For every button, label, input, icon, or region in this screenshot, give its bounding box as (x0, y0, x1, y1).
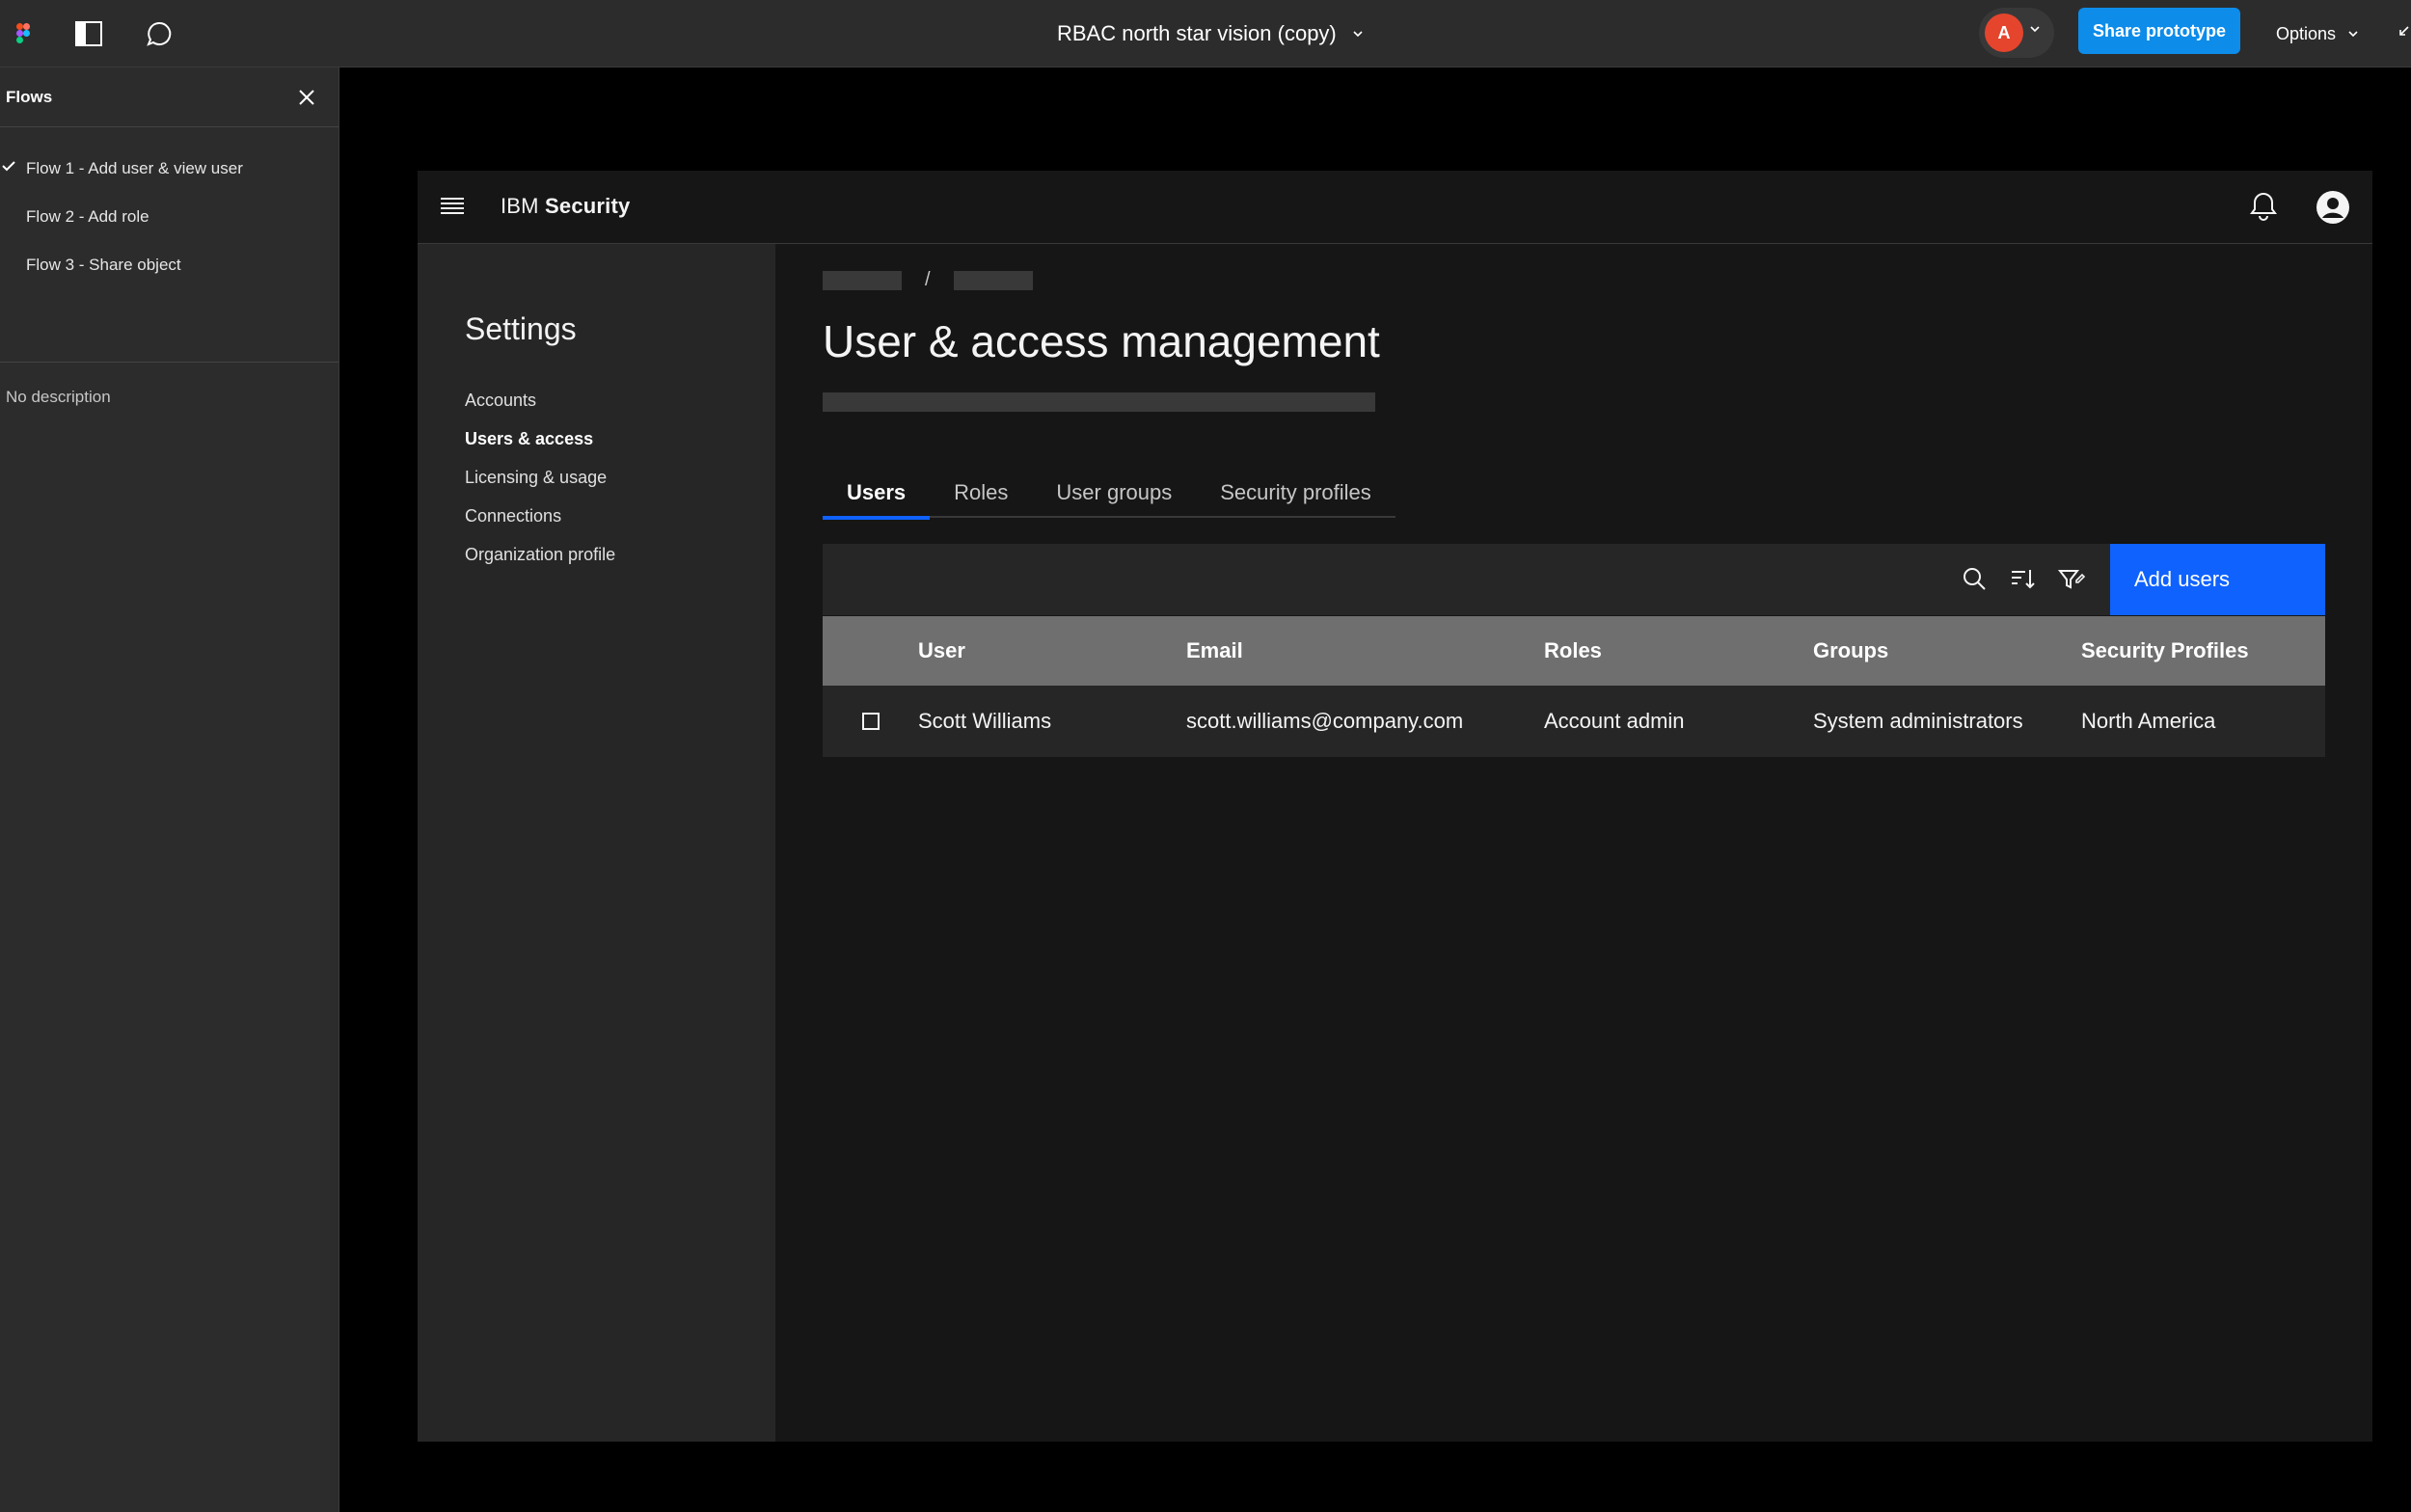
breadcrumb-placeholder[interactable] (953, 270, 1033, 290)
prototype-frame: IBM Security Settings Accounts Users & a… (418, 171, 2372, 1442)
add-users-button[interactable]: Add users (2110, 544, 2325, 615)
cell-groups: System administrators (1813, 709, 2023, 733)
flow-description: No description (6, 388, 111, 406)
column-header-user[interactable]: User (918, 638, 1186, 663)
brand-prefix: IBM (501, 194, 539, 218)
cell-user: Scott Williams (918, 709, 1052, 733)
table-header: User Email Roles Groups Security Profile… (823, 616, 2325, 686)
brand-name: Security (545, 194, 631, 218)
chevron-down-icon (2348, 31, 2358, 38)
column-header-security-profiles[interactable]: Security Profiles (2081, 638, 2325, 663)
app-header: IBM Security (418, 171, 2372, 244)
comment-icon[interactable] (142, 16, 176, 51)
cell-email: scott.williams@company.com (1186, 709, 1464, 733)
chevron-down-icon[interactable] (2029, 25, 2041, 33)
settings-sidenav: Settings Accounts Users & access Licensi… (418, 244, 775, 1442)
breadcrumb: / (823, 269, 1033, 291)
sidebar-toggle-icon[interactable] (71, 16, 106, 51)
flows-list: Flow 1 - Add user & view user Flow 2 - A… (0, 127, 339, 363)
user-avatar-icon[interactable] (2316, 190, 2350, 225)
column-header-email[interactable]: Email (1186, 638, 1544, 663)
tab-security-profiles[interactable]: Security profiles (1196, 468, 1395, 518)
flow-item-label: Flow 2 - Add role (26, 207, 149, 226)
sort-icon[interactable] (2009, 565, 2038, 594)
settings-link-organization-profile[interactable]: Organization profile (465, 535, 615, 574)
settings-link-users-access[interactable]: Users & access (465, 419, 615, 458)
cell-roles: Account admin (1544, 709, 1685, 733)
table-row[interactable]: Scott Williams scott.williams@company.co… (823, 686, 2325, 757)
flow-item[interactable]: Flow 3 - Share object (0, 241, 339, 289)
share-prototype-button[interactable]: Share prototype (2078, 8, 2240, 54)
settings-link-accounts[interactable]: Accounts (465, 381, 615, 419)
cell-security-profiles: North America (2081, 709, 2216, 733)
settings-links: Accounts Users & access Licensing & usag… (465, 381, 615, 574)
flows-panel: Flows Flow 1 - Add user & view user Flow… (0, 68, 339, 1512)
settings-title: Settings (465, 311, 577, 346)
checkmark-icon (2, 161, 15, 172)
tab-roles[interactable]: Roles (930, 468, 1032, 518)
app-brand[interactable]: IBM Security (501, 194, 630, 219)
avatar[interactable]: A (1985, 14, 2023, 52)
settings-link-licensing[interactable]: Licensing & usage (465, 458, 615, 497)
figma-logo-icon[interactable] (6, 16, 41, 51)
flow-item-label: Flow 1 - Add user & view user (26, 159, 243, 177)
menu-icon[interactable] (441, 196, 464, 215)
column-header-groups[interactable]: Groups (1813, 638, 2081, 663)
flow-item[interactable]: Flow 1 - Add user & view user (0, 145, 339, 193)
options-menu[interactable]: Options (2276, 17, 2359, 50)
row-checkbox-cell (823, 713, 918, 730)
breadcrumb-separator: / (925, 269, 931, 290)
page-title: User & access management (823, 316, 1380, 366)
file-title-menu[interactable]: RBAC north star vision (copy) (1057, 17, 1364, 50)
description-placeholder (823, 392, 1375, 412)
chevron-down-icon (1353, 31, 1363, 38)
tab-users[interactable]: Users (823, 468, 931, 520)
tab-user-groups[interactable]: User groups (1032, 468, 1196, 518)
table-toolbar: Add users (823, 544, 2325, 615)
options-label: Options (2276, 23, 2337, 43)
flow-item[interactable]: Flow 2 - Add role (0, 193, 339, 241)
collapse-icon[interactable] (2397, 25, 2409, 39)
figma-toolbar: RBAC north star vision (copy) A Share pr… (0, 0, 2411, 68)
settings-link-connections[interactable]: Connections (465, 497, 615, 535)
flows-title: Flows (6, 87, 53, 106)
close-icon[interactable] (298, 89, 315, 106)
file-title: RBAC north star vision (copy) (1057, 21, 1337, 45)
search-icon[interactable] (1961, 565, 1990, 594)
column-header-roles[interactable]: Roles (1544, 638, 1813, 663)
notification-bell-icon[interactable] (2248, 190, 2279, 223)
flows-header: Flows (0, 68, 339, 127)
filter-edit-icon[interactable] (2057, 565, 2086, 594)
tabs: Users Roles User groups Security profile… (823, 468, 1395, 520)
users-table: User Email Roles Groups Security Profile… (823, 616, 2325, 757)
breadcrumb-placeholder[interactable] (823, 270, 902, 290)
flow-item-label: Flow 3 - Share object (26, 256, 181, 274)
row-checkbox[interactable] (861, 713, 880, 730)
